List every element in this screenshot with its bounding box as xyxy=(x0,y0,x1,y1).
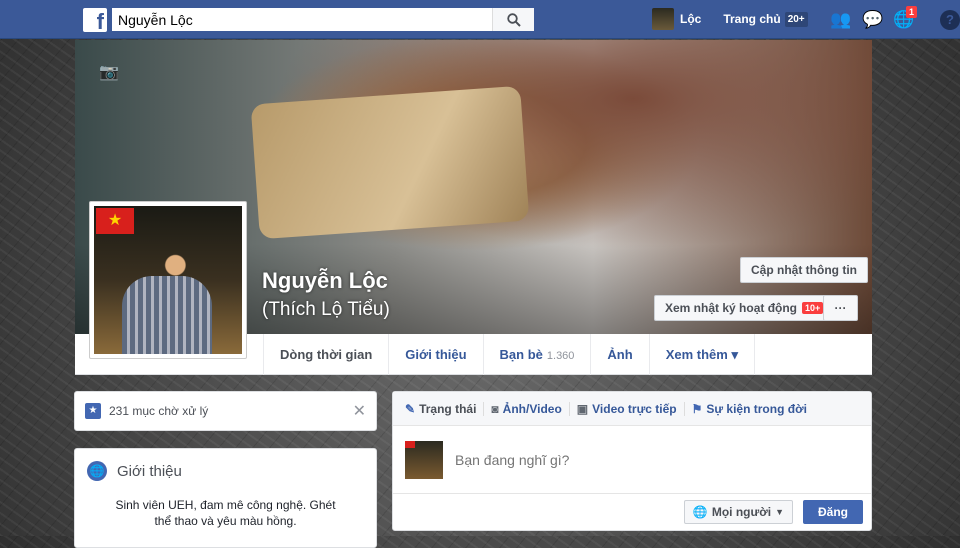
pending-text: 231 mục chờ xử lý xyxy=(109,404,209,418)
pencil-icon: ✎ xyxy=(405,401,416,416)
audience-selector[interactable]: 🌐 Mọi người ▼ xyxy=(683,500,793,524)
chevron-down-icon: ▼ xyxy=(775,507,784,517)
tab-more[interactable]: Xem thêm ▾ xyxy=(648,334,755,375)
video-camera-icon: ▣ xyxy=(576,401,589,416)
tab-photos[interactable]: Ảnh xyxy=(590,334,648,375)
notification-badge: 1 xyxy=(906,6,918,18)
activity-count: 10+ xyxy=(802,302,824,314)
tab-friends[interactable]: Bạn bè 1.360 xyxy=(482,334,591,375)
close-icon[interactable]: ✕ xyxy=(353,401,366,421)
top-navbar: f Lộc Trang chủ 20+ 👥 💬 🌐 1 ? xyxy=(0,0,960,39)
search-button[interactable] xyxy=(492,8,534,31)
activity-log-button[interactable]: Xem nhật ký hoạt động 10+ xyxy=(654,295,835,321)
profile-link[interactable]: Lộc xyxy=(680,12,701,26)
post-button[interactable]: Đăng xyxy=(803,500,863,524)
composer-tab-life-event[interactable]: ⚑ Sự kiện trong đời xyxy=(692,402,814,416)
composer-tab-live-video[interactable]: ▣ Video trực tiếp xyxy=(576,401,685,416)
cover-phone-image xyxy=(250,85,530,240)
tab-timeline[interactable]: Dòng thời gian xyxy=(263,334,388,375)
tab-about[interactable]: Giới thiệu xyxy=(388,334,482,375)
intro-bio: Sinh viên UEH, đam mê công nghệ. Ghét th… xyxy=(115,498,336,528)
search-icon xyxy=(506,12,521,27)
flag-icon: ⚑ xyxy=(691,401,703,416)
search-bar xyxy=(112,8,534,31)
intro-title: Giới thiệu xyxy=(117,462,182,480)
profile-nickname: (Thích Lộ Tiểu) xyxy=(262,299,390,320)
search-input[interactable] xyxy=(112,8,492,31)
status-input[interactable] xyxy=(455,451,835,468)
composer-tab-photo[interactable]: ◙ Ảnh/Video xyxy=(491,401,570,416)
help-icon[interactable]: ? xyxy=(940,10,960,30)
globe-icon: 🌐 xyxy=(87,461,107,481)
camera-icon[interactable]: 📷 xyxy=(99,62,119,82)
pending-items-card[interactable]: ★ 231 mục chờ xử lý ✕ xyxy=(74,391,377,431)
composer-tab-label: Ảnh/Video xyxy=(502,401,562,416)
audience-label: Mọi người xyxy=(711,505,772,519)
update-info-button[interactable]: Cập nhật thông tin xyxy=(740,257,868,283)
friend-requests-icon[interactable]: 👥 xyxy=(830,10,851,30)
home-count: 20+ xyxy=(784,11,808,27)
profile-name: Nguyễn Lộc xyxy=(262,268,388,293)
intro-card: 🌐 Giới thiệu Sinh viên UEH, đam mê công n… xyxy=(74,448,377,548)
composer-tab-label: Sự kiện trong đời xyxy=(706,401,807,416)
more-options-button[interactable]: ··· xyxy=(823,295,858,321)
vietnam-flag-icon: ★ xyxy=(96,208,134,234)
user-avatar[interactable] xyxy=(652,8,674,30)
tab-friends-label: Bạn bè xyxy=(499,347,543,362)
composer-tab-status[interactable]: ✎ Trạng thái xyxy=(405,401,485,416)
profile-picture[interactable]: ★ xyxy=(89,201,247,359)
profile-picture-image: ★ xyxy=(94,206,242,354)
camera-icon: ◙ xyxy=(491,401,499,416)
composer-tab-label: Video trực tiếp xyxy=(592,401,677,416)
composer-avatar xyxy=(405,440,443,479)
post-composer: ✎ Trạng thái ◙ Ảnh/Video ▣ Video trực tiếp … xyxy=(392,391,872,531)
friends-count: 1.360 xyxy=(546,350,575,362)
globe-icon: 🌐 xyxy=(692,505,708,519)
home-link[interactable]: Trang chủ xyxy=(723,12,780,26)
activity-log-label: Xem nhật ký hoạt động xyxy=(665,301,798,315)
facebook-logo[interactable]: f xyxy=(83,8,107,32)
star-icon: ★ xyxy=(85,403,101,419)
topbar-right: Lộc Trang chủ 20+ xyxy=(652,7,808,31)
profile-picture-person xyxy=(122,276,212,354)
composer-tab-label: Trạng thái xyxy=(419,401,477,416)
messenger-icon[interactable]: 💬 xyxy=(862,10,883,30)
